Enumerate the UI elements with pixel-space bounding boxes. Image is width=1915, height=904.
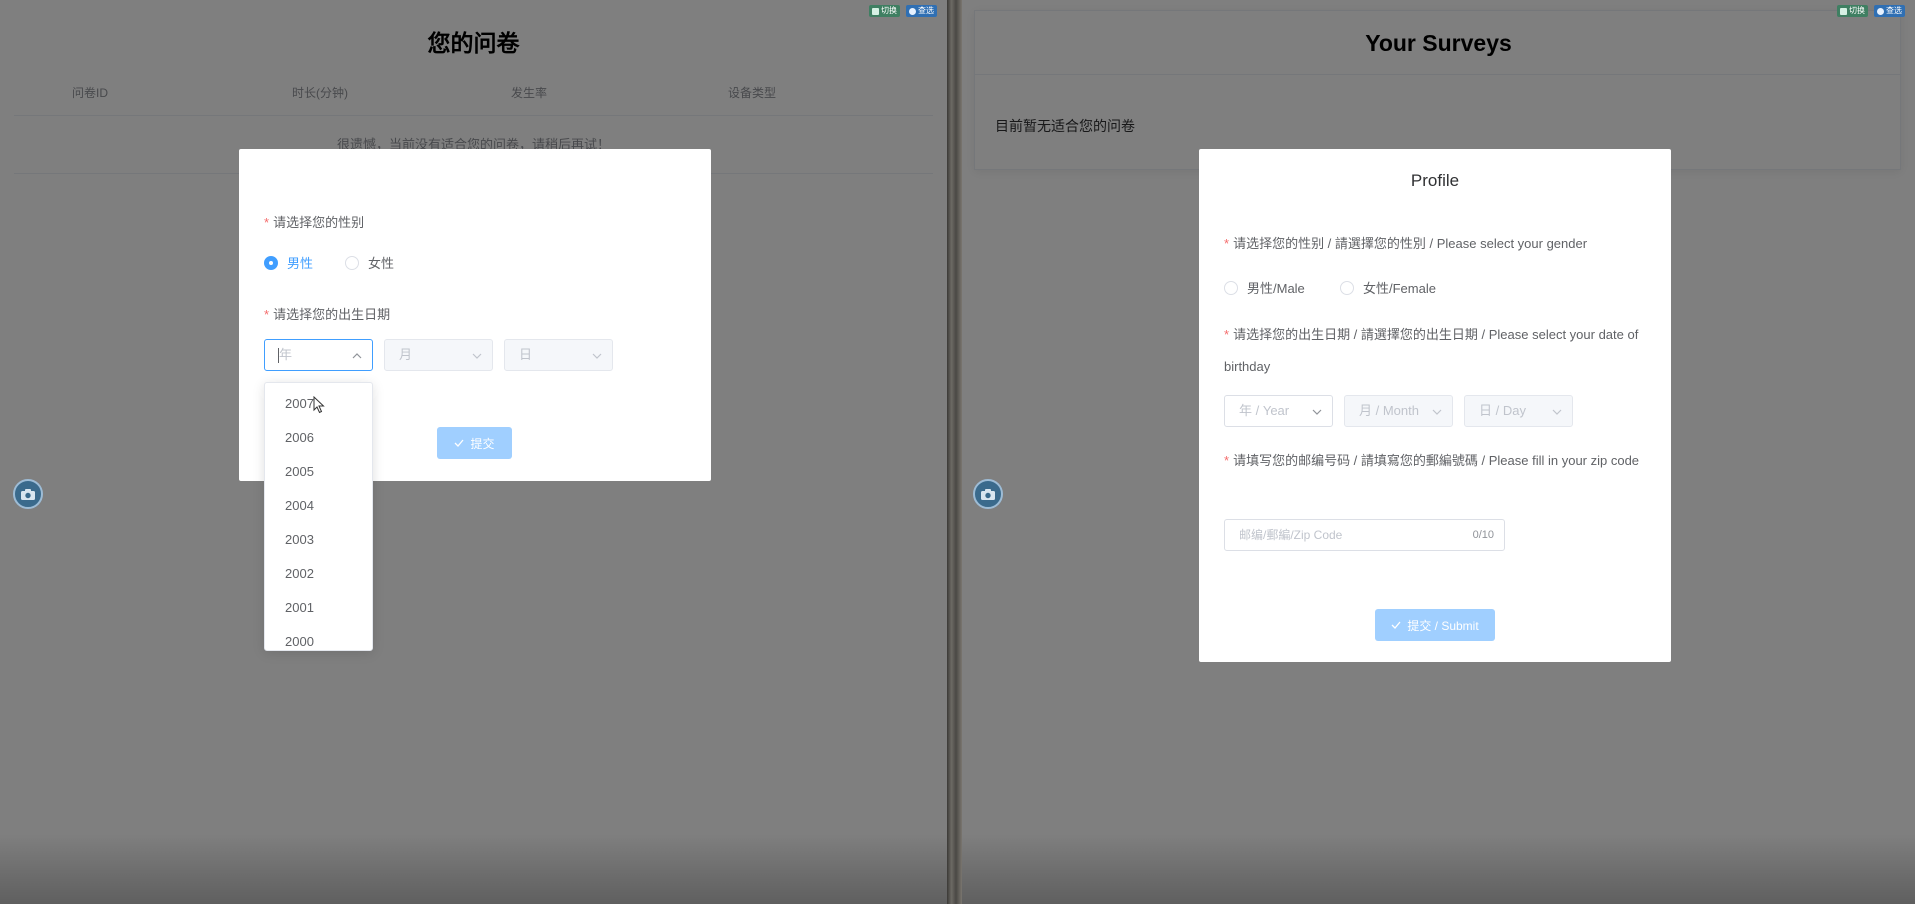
submit-button[interactable]: 提交	[437, 427, 512, 459]
year-option[interactable]: 2003	[265, 523, 372, 557]
switch-badge-label: 切换	[881, 6, 897, 15]
left-browser-pane: 您的问卷 问卷ID 时长(分钟) 发生率 设备类型 很遗憾，当前没有适合您的问卷…	[0, 0, 947, 904]
switch-badge[interactable]: 切换	[869, 5, 900, 17]
pane-divider	[947, 0, 962, 904]
gender-radio-female[interactable]: 女性	[345, 253, 394, 272]
day-placeholder: 日 / Day	[1479, 403, 1526, 418]
gender-radio-male[interactable]: 男性	[264, 253, 313, 272]
year-option[interactable]: 2002	[265, 557, 372, 591]
submit-label: 提交 / Submit	[1407, 618, 1479, 633]
choose-badge[interactable]: 查选	[906, 5, 937, 17]
radio-label: 女性/Female	[1363, 281, 1436, 296]
radio-unchecked-icon	[1224, 280, 1238, 295]
camera-icon[interactable]	[13, 479, 43, 509]
bottom-shade	[0, 834, 947, 904]
birthday-label: * 请选择您的出生日期 / 請選擇您的出生日期 / Please select y…	[1224, 327, 1639, 374]
bottom-shade	[962, 834, 1915, 904]
switch-icon	[872, 7, 879, 15]
extension-badges: 切换 查选	[1837, 5, 1905, 17]
right-browser-pane: Your Surveys 目前暂无适合您的问卷 切换 查选 Profile *请…	[962, 0, 1915, 904]
gender-label: * 请选择您的性别	[264, 215, 365, 230]
dialog-title: Profile	[1410, 171, 1460, 190]
radio-checked-icon	[264, 255, 278, 270]
year-placeholder: 年	[279, 347, 293, 362]
submit-label: 提交	[470, 436, 495, 451]
mouse-cursor-icon	[313, 396, 325, 414]
radio-label: 男性	[287, 256, 314, 271]
year-option[interactable]: 2005	[265, 455, 372, 489]
month-select[interactable]: 月 / Month	[1344, 395, 1453, 427]
profile-dialog: Profile * 请选择您的性别 / 請選擇您的性別 / Please sele…	[1199, 149, 1671, 662]
choose-badge[interactable]: 查选	[1874, 5, 1905, 17]
year-placeholder: 年 / Year	[1239, 403, 1290, 418]
submit-button[interactable]: 提交 / Submit	[1375, 609, 1495, 641]
birthday-label: * 请选择您的出生日期	[264, 307, 391, 322]
month-select[interactable]: 月	[384, 339, 493, 371]
radio-label: 女性	[368, 256, 395, 271]
switch-badge[interactable]: 切换	[1837, 5, 1868, 17]
day-placeholder: 日	[519, 347, 533, 362]
year-dropdown: 2007 2006 2005 2004 2003 2002 2001 2000	[264, 382, 373, 651]
day-select[interactable]: 日 / Day	[1464, 395, 1573, 427]
year-select[interactable]: 年 / Year	[1224, 395, 1333, 427]
switch-icon	[1840, 7, 1847, 15]
year-option[interactable]: 2001	[265, 591, 372, 625]
year-option[interactable]: 2006	[265, 421, 372, 455]
zip-placeholder: 邮编/郵編/Zip Code	[1239, 528, 1343, 542]
chevron-down-icon	[1312, 409, 1322, 415]
zip-label: * 请填写您的邮编号码 / 請填寫您的郵編號碼 / Please fill in …	[1224, 453, 1640, 468]
month-placeholder: 月 / Month	[1359, 403, 1419, 418]
choose-badge-label: 查选	[1886, 6, 1902, 15]
choose-icon	[1877, 7, 1884, 15]
chevron-down-icon	[592, 353, 602, 359]
zip-char-counter: 0/10	[1472, 529, 1494, 541]
switch-badge-label: 切换	[1849, 6, 1865, 15]
check-icon	[455, 439, 464, 447]
check-icon	[1391, 621, 1401, 629]
chevron-up-icon	[352, 353, 362, 359]
year-option[interactable]: 2000	[265, 625, 372, 650]
extension-badges: 切换 查选	[869, 5, 937, 17]
radio-unchecked-icon	[345, 255, 359, 270]
chevron-down-icon	[1552, 409, 1562, 415]
choose-icon	[909, 7, 916, 15]
camera-icon[interactable]	[973, 479, 1003, 509]
radio-label: 男性/Male	[1247, 281, 1305, 296]
chevron-down-icon	[1432, 409, 1442, 415]
month-placeholder: 月	[399, 347, 413, 362]
gender-radio-male[interactable]: 男性/Male	[1224, 278, 1305, 297]
zip-input[interactable]: 邮编/郵編/Zip Code 0/10	[1224, 519, 1505, 551]
gender-label: * 请选择您的性别 / 請選擇您的性別 / Please select your …	[1224, 236, 1588, 251]
year-option[interactable]: 2004	[265, 489, 372, 523]
year-select[interactable]: 年	[264, 339, 373, 371]
choose-badge-label: 查选	[918, 6, 934, 15]
day-select[interactable]: 日	[504, 339, 613, 371]
gender-radio-female[interactable]: 女性/Female	[1340, 278, 1436, 297]
chevron-down-icon	[472, 353, 482, 359]
radio-unchecked-icon	[1340, 280, 1354, 295]
